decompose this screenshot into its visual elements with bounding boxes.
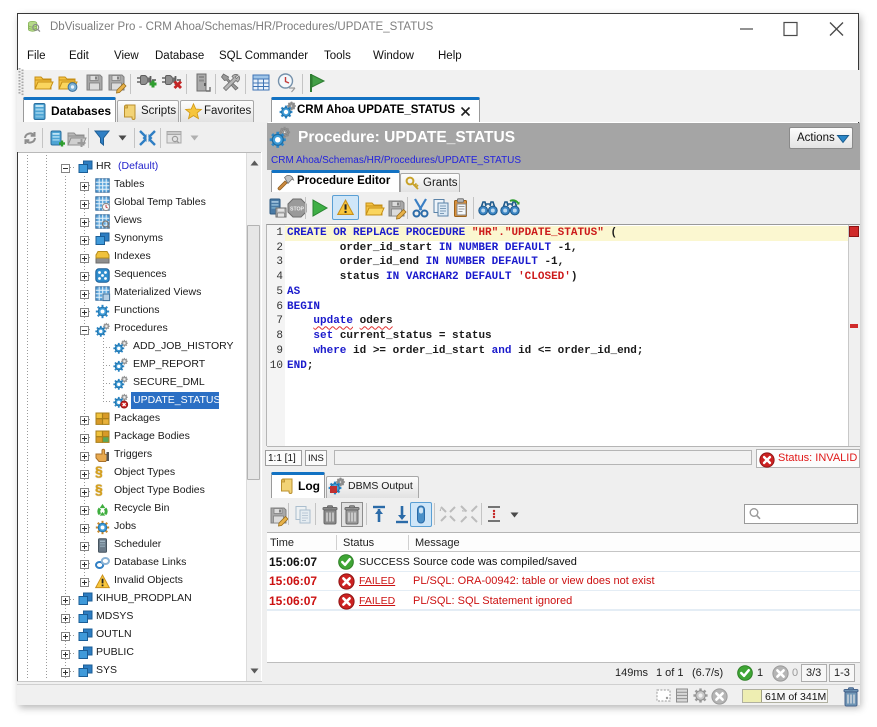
svg-text:STOP: STOP xyxy=(290,207,305,213)
